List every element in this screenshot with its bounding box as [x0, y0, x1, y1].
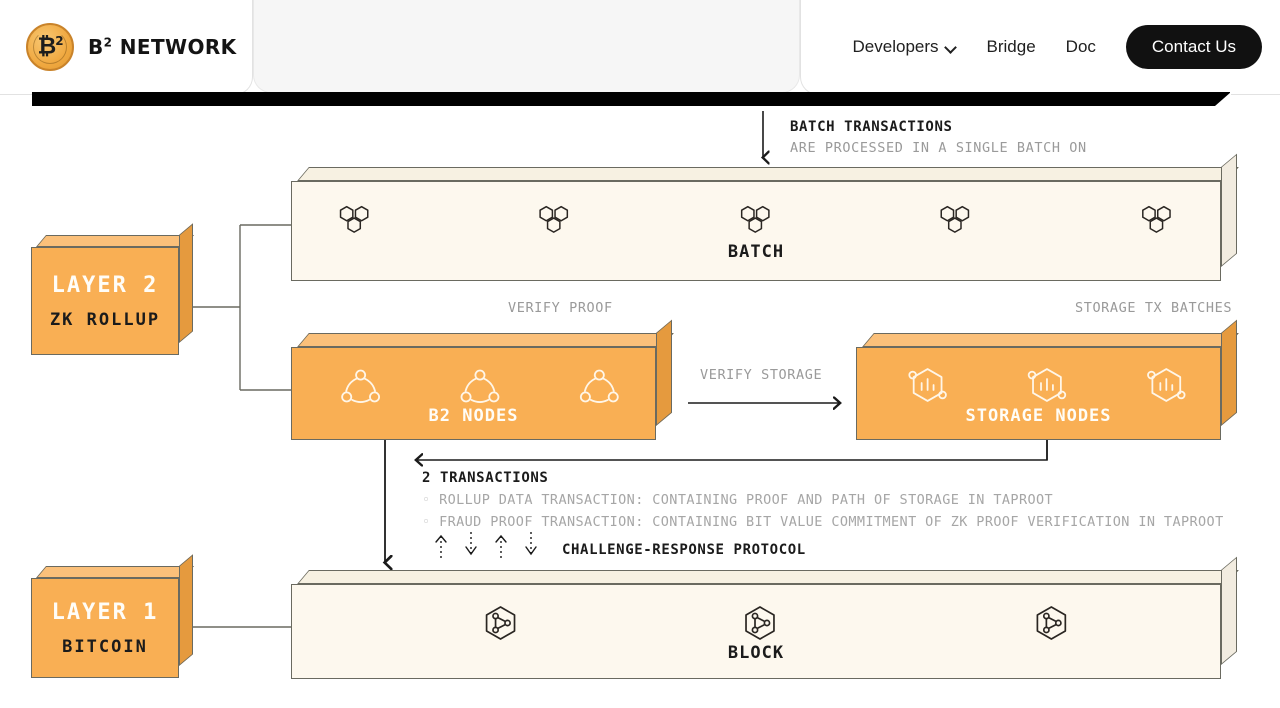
header-nav-panel: Developers Bridge Doc Contact Us: [800, 0, 1280, 95]
batch-box: BATCH: [291, 153, 1239, 281]
layer2-title: LAYER 2: [51, 272, 159, 298]
annotation-transaction-bullet-2: ◦ FRAUD PROOF TRANSACTION: CONTAINING BI…: [422, 514, 1224, 530]
layer2-block: LAYER 2 ZK ROLLUP: [31, 223, 195, 355]
layer1-subtitle: BITCOIN: [62, 636, 148, 657]
node-network-icon-row: [341, 369, 619, 403]
contact-us-button[interactable]: Contact Us: [1125, 25, 1262, 69]
chevron-down-icon: [946, 42, 957, 53]
annotation-transaction-bullet-2-text: FRAUD PROOF TRANSACTION: CONTAINING BIT …: [439, 514, 1224, 530]
coin-glyph: ₿2: [37, 33, 63, 60]
block-label: BLOCK: [727, 643, 785, 663]
annotation-transaction-bullet-1: ◦ ROLLUP DATA TRANSACTION: CONTAINING PR…: [422, 492, 1053, 508]
layer1-block: LAYER 1 BITCOIN: [31, 554, 195, 678]
logo-panel[interactable]: ₿2 B2 NETWORK: [0, 0, 253, 95]
layer2-subtitle: ZK ROLLUP: [49, 309, 161, 330]
brand-name-rest: NETWORK: [112, 35, 237, 59]
nav-item-bridge[interactable]: Bridge: [987, 37, 1036, 57]
block-box: BLOCK: [291, 556, 1239, 679]
annotation-verify-storage: VERIFY STORAGE: [700, 367, 823, 383]
header-middle-panel: [253, 0, 800, 93]
bitcoin-b2-coin-icon: ₿2: [26, 23, 74, 71]
nav-item-doc[interactable]: Doc: [1066, 37, 1096, 57]
annotation-transaction-bullet-1-text: ROLLUP DATA TRANSACTION: CONTAINING PROO…: [439, 492, 1054, 508]
site-header: ₿2 B2 NETWORK Developers Bridge Doc Cont…: [0, 0, 1280, 106]
bullet-dot-icon: ◦: [422, 492, 431, 508]
architecture-diagram: BATCH TRANSACTIONS ARE PROCESSED IN A SI…: [0, 95, 1280, 708]
hex-storage-bars-icon-row: [908, 368, 1186, 402]
layer1-title: LAYER 1: [51, 599, 159, 625]
nav-item-developers[interactable]: Developers: [853, 37, 957, 57]
annotation-two-transactions-title: 2 TRANSACTIONS: [422, 470, 549, 486]
b2-nodes-label: B2 NODES: [428, 406, 519, 426]
hex-cluster-icon-row: [339, 205, 1171, 233]
annotation-batch-transactions-sub: ARE PROCESSED IN A SINGLE BATCH ON: [790, 140, 1087, 156]
b2-nodes-box: B2 NODES: [291, 319, 674, 440]
nav-item-developers-label: Developers: [852, 37, 939, 56]
storage-nodes-label: STORAGE NODES: [965, 406, 1112, 426]
annotation-storage-tx-batches: STORAGE TX BATCHES: [1075, 300, 1233, 316]
brand-name-main: B: [88, 35, 104, 59]
storage-nodes-box: STORAGE NODES: [856, 319, 1239, 440]
brand-logo[interactable]: ₿2 B2 NETWORK: [0, 23, 237, 71]
brand-name: B2 NETWORK: [88, 35, 237, 59]
annotation-challenge-response-protocol: CHALLENGE-RESPONSE PROTOCOL: [562, 542, 806, 558]
nav-item-bridge-label: Bridge: [986, 37, 1036, 56]
nav-item-doc-label: Doc: [1065, 37, 1096, 56]
bullet-dot-icon: ◦: [422, 514, 431, 530]
batch-label: BATCH: [727, 242, 785, 262]
annotation-batch-transactions-title: BATCH TRANSACTIONS: [790, 119, 953, 135]
annotation-verify-proof: VERIFY PROOF: [508, 300, 613, 316]
hex-triangle-node-icon-row: [485, 606, 1067, 640]
